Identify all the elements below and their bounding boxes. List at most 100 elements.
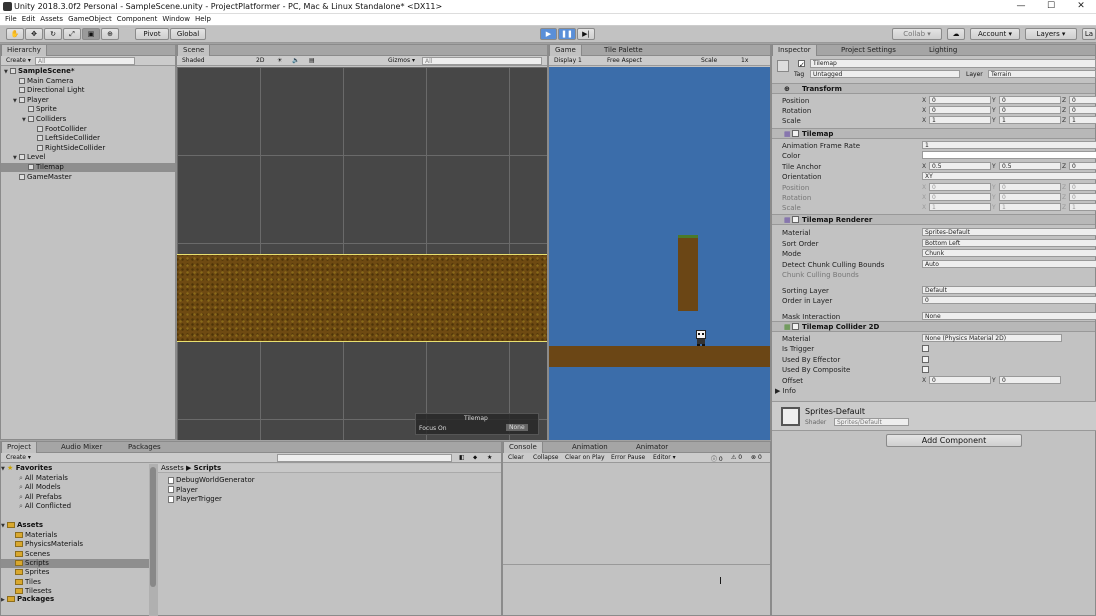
offset-y-field[interactable]: 0 (999, 376, 1061, 384)
menu-window[interactable]: Window (162, 14, 190, 25)
tilemap-scale-z-field[interactable]: 1 (1069, 203, 1096, 211)
transform-scale-z-field[interactable]: 1 (1069, 116, 1096, 124)
tab-inspector[interactable]: Inspector (772, 45, 817, 56)
hierarchy-item[interactable]: Main Camera (1, 77, 175, 86)
step-button[interactable]: ▶| (577, 28, 595, 40)
tab-game[interactable]: Game (549, 45, 582, 56)
rotate-tool-icon[interactable]: ↻ (44, 28, 62, 40)
breadcrumb-assets[interactable]: Assets (161, 464, 184, 472)
used-by-composite-checkbox[interactable] (922, 366, 929, 373)
tab-packages[interactable]: Packages (123, 442, 166, 453)
hierarchy-item[interactable]: GameMaster (1, 173, 175, 182)
console-log-area[interactable] (503, 464, 770, 565)
material-preview[interactable]: Sprites-Default Shader Sprites/Default (772, 401, 1096, 431)
warning-count-icon[interactable]: ⚠ 0 (731, 454, 742, 461)
hierarchy-item[interactable]: ▼ SampleScene* (1, 67, 175, 76)
script-file-item[interactable]: PlayerTrigger (158, 495, 501, 504)
hierarchy-item[interactable]: ▼ Colliders (1, 115, 175, 124)
hierarchy-item[interactable]: RightSideCollider (1, 144, 175, 153)
account-button[interactable]: Account ▾ (970, 28, 1020, 40)
display-dropdown[interactable]: Display 1 (554, 57, 582, 64)
sort-order-field[interactable]: Bottom Left (922, 239, 1096, 247)
error-count-icon[interactable]: ⊗ 0 (751, 454, 762, 461)
cloud-icon[interactable]: ☁ (947, 28, 965, 40)
tilemap-rotation-x-field[interactable]: 0 (929, 193, 991, 201)
favorite-item[interactable]: ⌕ All Prefabs (1, 493, 149, 502)
console-detail-area[interactable]: I (503, 566, 770, 615)
move-tool-icon[interactable]: ✥ (25, 28, 43, 40)
script-file-item[interactable]: DebugWorldGenerator (158, 476, 501, 485)
asset-folder-item[interactable]: Materials (1, 531, 149, 540)
menu-file[interactable]: File (5, 14, 17, 25)
error-pause-button[interactable]: Error Pause (611, 454, 645, 461)
shader-dropdown[interactable]: Sprites/Default (834, 418, 909, 426)
collider-material-field[interactable]: None (Physics Material 2D) (922, 334, 1062, 342)
tilemap-color-swatch[interactable] (922, 151, 1096, 159)
tilemap-position-z-field[interactable]: 0 (1069, 183, 1096, 191)
transform-position-y-field[interactable]: 0 (999, 96, 1061, 104)
tab-animation[interactable]: Animation (567, 442, 613, 453)
transform-position-z-field[interactable]: 0 (1069, 96, 1096, 104)
asset-folder-item[interactable]: Tiles (1, 578, 149, 587)
effects-icon[interactable]: ▤ (309, 57, 315, 64)
menu-component[interactable]: Component (117, 14, 158, 25)
hierarchy-search-input[interactable]: All (35, 57, 135, 65)
transform-scale-y-field[interactable]: 1 (999, 116, 1061, 124)
hierarchy-item[interactable]: ▼ Player (1, 96, 175, 105)
breadcrumb-scripts[interactable]: Scripts (194, 464, 222, 472)
collider-header[interactable]: ▦ Tilemap Collider 2D (772, 321, 1095, 332)
sorting-layer-dropdown[interactable]: Default (922, 286, 1096, 294)
pause-button[interactable]: ❚❚ (558, 28, 576, 40)
editor-dropdown[interactable]: Editor ▾ (653, 454, 676, 461)
order-in-layer-field[interactable]: 0 (922, 296, 1096, 304)
scale-value[interactable]: 1x (741, 57, 748, 64)
layout-button[interactable]: La (1082, 28, 1096, 40)
used-by-effector-checkbox[interactable] (922, 356, 929, 363)
mode-2d-toggle[interactable]: 2D (256, 57, 264, 64)
menu-edit[interactable]: Edit (22, 14, 36, 25)
global-toggle[interactable]: Global (170, 28, 206, 40)
collab-button[interactable]: Collab ▾ (892, 28, 942, 40)
tab-project-settings[interactable]: Project Settings (836, 45, 901, 56)
tile-anchor-y-field[interactable]: 0.5 (999, 162, 1061, 170)
asset-folder-item[interactable]: Scenes (1, 550, 149, 559)
hierarchy-item[interactable]: Directional Light (1, 86, 175, 95)
close-button[interactable]: ✕ (1066, 0, 1096, 14)
hierarchy-item[interactable]: FootCollider (1, 125, 175, 134)
info-foldout[interactable]: ▶ Info (775, 387, 796, 395)
detect-chunk-culling-field[interactable]: Auto (922, 260, 1096, 268)
tab-audio-mixer[interactable]: Audio Mixer (56, 442, 107, 453)
active-checkbox[interactable]: ✓ (798, 60, 805, 69)
tag-dropdown[interactable]: Untagged (810, 70, 960, 78)
project-tree-scrollbar[interactable] (149, 464, 158, 616)
rect-tool-icon[interactable]: ▣ (82, 28, 100, 40)
layers-button[interactable]: Layers ▾ (1025, 28, 1077, 40)
asset-folder-item[interactable]: Tilesets (1, 587, 149, 596)
transform-position-x-field[interactable]: 0 (929, 96, 991, 104)
focus-on-dropdown[interactable]: None (506, 424, 528, 431)
transform-rotation-x-field[interactable]: 0 (929, 106, 991, 114)
maximize-button[interactable]: ☐ (1036, 0, 1066, 14)
hierarchy-item[interactable]: ▼ Level (1, 153, 175, 162)
menu-assets[interactable]: Assets (40, 14, 63, 25)
tile-anchor-z-field[interactable]: 0 (1069, 162, 1096, 170)
frame-rate-field[interactable]: 1 (922, 141, 1096, 149)
tab-hierarchy[interactable]: Hierarchy (1, 45, 47, 56)
assets-header[interactable]: ▼ Assets (1, 521, 149, 530)
game-viewport[interactable] (549, 67, 770, 440)
favorite-item[interactable]: ⌕ All Materials (1, 474, 149, 483)
info-count-icon[interactable]: ⓘ 0 (711, 454, 723, 463)
transform-scale-x-field[interactable]: 1 (929, 116, 991, 124)
renderer-enabled-checkbox[interactable] (792, 216, 799, 223)
tile-anchor-x-field[interactable]: 0.5 (929, 162, 991, 170)
search-by-type-icon[interactable]: ◧ (459, 454, 465, 461)
asset-folder-item[interactable]: PhysicsMaterials (1, 540, 149, 549)
mask-interaction-dropdown[interactable]: None (922, 312, 1096, 320)
tilemap-enabled-checkbox[interactable] (792, 130, 799, 137)
hand-tool-icon[interactable]: ✋ (6, 28, 24, 40)
tab-animator[interactable]: Animator (631, 442, 673, 453)
hierarchy-item[interactable]: LeftSideCollider (1, 134, 175, 143)
project-search-input[interactable] (277, 454, 452, 462)
renderer-header[interactable]: ▦ Tilemap Renderer (772, 214, 1095, 225)
tilemap-rotation-y-field[interactable]: 0 (999, 193, 1061, 201)
